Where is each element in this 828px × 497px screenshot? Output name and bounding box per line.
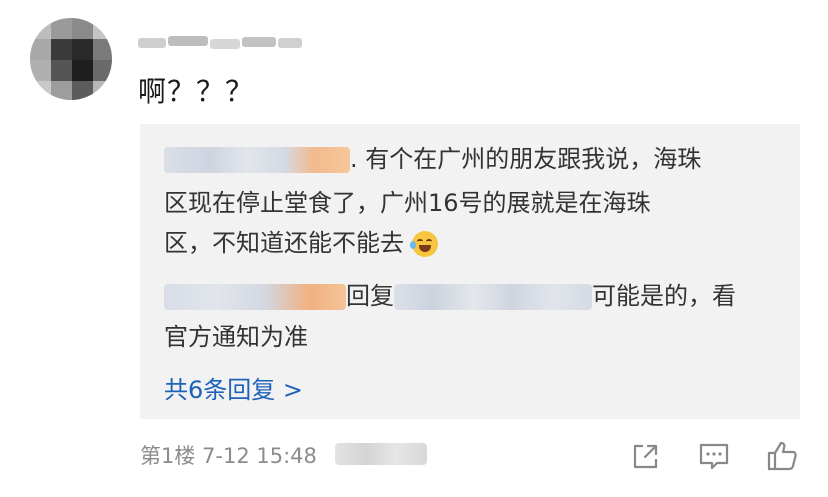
floor-timestamp: 第1楼 7-12 15:48 [140,444,317,468]
share-button[interactable] [628,438,664,474]
reply-target-blurred[interactable] [394,284,592,310]
reply-2-text-a: 可能是的，看 [592,282,736,310]
share-icon [633,444,658,469]
reply-1-text-a: . 有个在广州的朋友跟我说，海珠 [350,145,702,173]
reply-1-line-1: . 有个在广州的朋友跟我说，海珠 [164,142,701,176]
reply-2-text-b: 官方通知为准 [164,323,308,351]
thumbs-up-icon [767,441,797,471]
reply-2-line-1: 回复 可能是的，看 [164,279,736,313]
reply-1-text-c: 区，不知道还能不能去 [164,229,404,257]
laugh-cry-emoji-icon [409,231,438,257]
reply-thread: . 有个在广州的朋友跟我说，海珠 区现在停止堂食了，广州16号的展就是在海珠 区… [140,124,800,419]
reply-author-blurred[interactable] [164,284,346,310]
more-replies-link[interactable]: 共6条回复 > [164,370,303,405]
like-button[interactable] [764,438,800,474]
avatar[interactable] [30,18,112,100]
comment-icon [699,443,729,470]
location-blurred [335,443,427,465]
reply-1-text-b: 区现在停止堂食了，广州16号的展就是在海珠 [164,189,651,217]
username-blurred[interactable] [138,32,303,54]
comment-text: 啊？？？ [138,75,255,108]
comment-button[interactable] [696,438,732,474]
reply-1-line-3: 区，不知道还能不能去 [164,226,438,260]
reply-author-blurred[interactable] [164,147,350,173]
reply-word: 回复 [346,282,394,310]
